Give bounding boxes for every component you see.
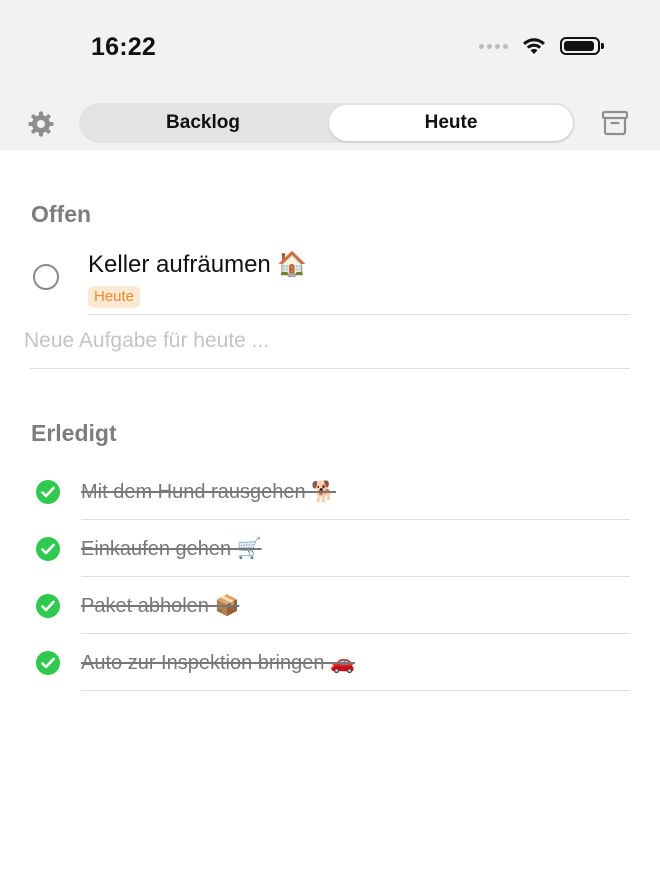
section-title-done: Erledigt [31,420,117,446]
task-title[interactable]: Auto zur Inspektion bringen 🚗 [81,650,355,675]
wifi-icon [523,38,545,54]
tab-heute[interactable]: Heute [329,105,573,141]
gear-icon[interactable] [27,110,55,138]
checkmark-circle-icon[interactable] [36,537,60,561]
list-item[interactable]: Einkaufen gehen 🛒 [0,520,660,577]
divider [30,368,630,369]
archive-icon[interactable] [601,110,629,136]
task-title[interactable]: Keller aufräumen 🏠 [88,250,307,279]
list-item[interactable]: Paket abholen 📦 [0,577,660,634]
divider [81,690,630,691]
top-bar: 16:22 Backlog Heute [0,0,660,150]
checkmark-circle-icon[interactable] [36,480,60,504]
task-tag-badge: Heute [88,286,141,308]
task-title[interactable]: Einkaufen gehen 🛒 [81,536,262,561]
status-time: 16:22 [91,33,156,61]
view-switcher: Backlog Heute [79,103,575,143]
task-title[interactable]: Paket abholen 📦 [81,593,239,618]
checkbox-circle[interactable] [33,264,59,290]
list-item[interactable]: Mit dem Hund rausgehen 🐕 [0,463,660,520]
checkmark-circle-icon[interactable] [36,594,60,618]
tab-backlog[interactable]: Backlog [79,103,327,143]
list-item[interactable]: Auto zur Inspektion bringen 🚗 [0,634,660,691]
status-icons [479,36,604,56]
battery-icon [560,37,604,55]
cellular-signal-icon [479,43,508,49]
task-title[interactable]: Mit dem Hund rausgehen 🐕 [81,479,336,504]
new-task-input[interactable] [24,326,624,356]
section-title-open: Offen [31,201,92,227]
divider [88,314,630,315]
checkmark-circle-icon[interactable] [36,651,60,675]
